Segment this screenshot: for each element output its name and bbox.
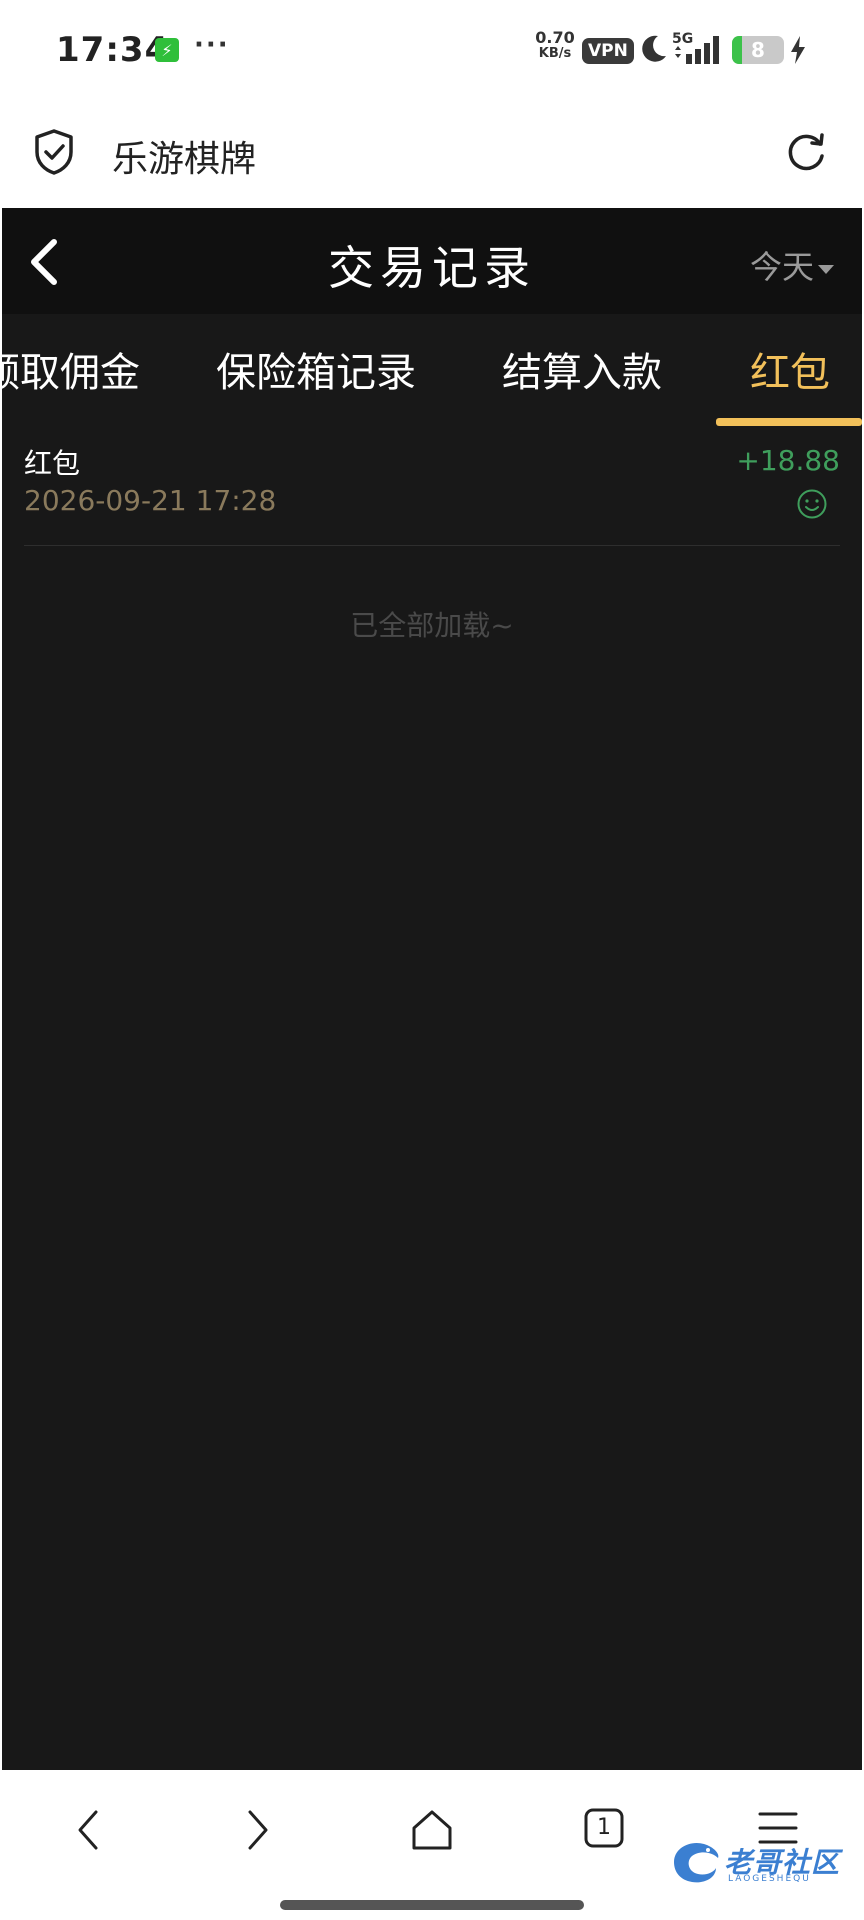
signal-5g-icon: 5G [672,31,719,64]
dragon-logo-icon [674,1842,719,1883]
list-item[interactable]: 红包 2026-09-21 17:28 +18.88 [24,440,840,546]
network-speed-value: 0.70 [535,28,575,47]
browser-tabs-button[interactable]: 1 [582,1806,626,1850]
vpn-badge: VPN [582,38,634,64]
smiley-icon [797,489,827,519]
record-amount: +18.88 [736,444,840,477]
caret-down-icon [818,264,834,274]
status-time: 17:34 [56,30,170,70]
record-time: 2026-09-21 17:28 [24,484,277,517]
browser-back-icon[interactable] [68,1806,108,1854]
home-indicator[interactable] [280,1900,584,1910]
shield-check-icon[interactable] [32,128,76,176]
record-tabs: 领取佣金 保险箱记录 结算入款 红包 [2,314,862,426]
browser-home-icon[interactable] [408,1806,456,1854]
battery-level: 8 [751,38,765,62]
network-speed: 0.70 KB/s [534,30,576,62]
date-filter-label: 今天 [749,248,814,286]
record-title: 红包 [24,447,81,480]
more-notifications-icon: ··· [194,30,230,60]
page-title[interactable]: 乐游棋牌 [112,130,256,182]
watermark-logo: 老哥社区 LAOGESHEQU [668,1836,840,1886]
network-speed-unit: KB/s [538,46,572,61]
app-frame: 交易记录 今天 领取佣金 保险箱记录 结算入款 红包 红包 2026-09-21… [2,208,862,1770]
active-tab-indicator [716,418,862,426]
date-filter-dropdown[interactable]: 今天 [750,242,834,288]
tab-settlement-deposit[interactable]: 结算入款 [502,340,662,398]
tab-count: 1 [597,1815,611,1840]
watermark-subtext: LAOGESHEQU [728,1874,811,1884]
all-loaded-text: 已全部加载~ [350,609,514,642]
network-type-label: 5G [672,31,693,47]
web-content: 交易记录 今天 领取佣金 保险箱记录 结算入款 红包 红包 2026-09-21… [0,208,864,1770]
charging-bolt-icon [791,36,805,64]
app-title: 交易记录 [328,241,536,295]
do-not-disturb-moon-icon [642,35,666,62]
tab-commission[interactable]: 领取佣金 [2,340,140,398]
status-bar: 17:34 ⚡ ··· 0.70 KB/s VPN 5G 8 [0,0,864,100]
browser-header: 乐游棋牌 [0,100,864,208]
browser-forward-icon[interactable] [238,1806,278,1854]
app-nav-bar: 交易记录 今天 [2,208,862,314]
battery-icon: 8 [732,36,784,64]
notification-app-icon: ⚡ [155,38,179,62]
refresh-icon[interactable] [782,128,830,176]
tab-safe-box-records[interactable]: 保险箱记录 [216,340,416,398]
tab-red-packet[interactable]: 红包 [750,340,830,398]
